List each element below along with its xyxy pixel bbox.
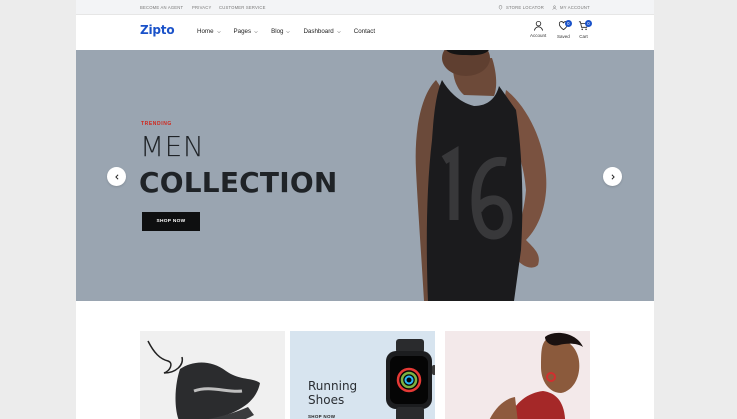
nav-dashboard[interactable]: Dashboard: [303, 28, 341, 35]
privacy-link[interactable]: PRIVACY: [192, 5, 211, 10]
store-locator-label: STORE LOCATOR: [506, 5, 544, 10]
saved-count-badge: 0: [564, 20, 572, 27]
main-header: Zipto Home Pages Blog Dashboard Contact: [76, 15, 654, 50]
chevron-down-icon: [254, 30, 258, 33]
nav-pages[interactable]: Pages: [234, 28, 259, 35]
become-agent-link[interactable]: BECOME AN AGENT: [140, 5, 183, 10]
page: BECOME AN AGENT PRIVACY CUSTOMER SERVICE…: [76, 0, 654, 419]
shop-now-button[interactable]: SHOP NOW: [142, 212, 200, 231]
hero-eyebrow: TRENDING: [141, 121, 172, 127]
main-nav: Home Pages Blog Dashboard Contact: [197, 28, 388, 35]
running-shoes-card[interactable]: Running Shoes SHOP NOW: [290, 331, 435, 419]
saved-icon-wrap: 0: [558, 20, 572, 34]
chevron-down-icon: [337, 30, 341, 33]
user-icon: [533, 20, 543, 31]
chevron-left-icon: [114, 173, 118, 180]
site-logo[interactable]: Zipto: [140, 23, 175, 37]
my-account-label: MY ACCOUNT: [560, 5, 590, 10]
account-label: Account: [530, 33, 547, 38]
nav-pages-label: Pages: [233, 28, 252, 35]
cart-label: Cart: [579, 34, 588, 39]
hero-banner: TRENDING MEN COLLECTION SHOP NOW: [76, 50, 654, 301]
my-account-link[interactable]: MY ACCOUNT: [552, 5, 590, 10]
running-shoes-title-line2: Shoes: [308, 393, 345, 407]
saved-button[interactable]: 0 Saved: [557, 20, 572, 39]
running-shoes-title-line1: Running: [308, 379, 358, 393]
nav-dashboard-label: Dashboard: [303, 28, 334, 35]
nav-contact[interactable]: Contact: [354, 28, 375, 35]
nav-blog[interactable]: Blog: [271, 28, 291, 35]
woman-image: [489, 332, 583, 419]
account-button[interactable]: Account: [530, 20, 546, 38]
smartwatch-image: [386, 339, 435, 419]
slider-prev-button[interactable]: [107, 167, 126, 186]
nav-blog-label: Blog: [271, 28, 284, 35]
running-shoes-shop-link[interactable]: SHOP NOW: [308, 414, 335, 419]
sneaker-image: [147, 340, 260, 419]
woman-card[interactable]: [445, 331, 590, 419]
saved-label: Saved: [557, 34, 570, 39]
store-locator-link[interactable]: STORE LOCATOR: [498, 5, 544, 10]
location-pin-icon: [498, 5, 503, 10]
nav-home-label: Home: [197, 28, 214, 35]
sneaker-card[interactable]: [140, 331, 285, 419]
hero-model-image: [415, 50, 547, 301]
chevron-down-icon: [216, 30, 221, 33]
nav-contact-label: Contact: [353, 28, 376, 35]
nav-home[interactable]: Home: [197, 28, 221, 35]
cart-icon-wrap: 0: [578, 20, 592, 34]
chevron-right-icon: [611, 173, 615, 180]
cart-count-badge: 0: [585, 20, 592, 27]
hero-title-bold: COLLECTION: [139, 166, 338, 199]
chevron-down-icon: [286, 30, 291, 33]
top-utility-bar: BECOME AN AGENT PRIVACY CUSTOMER SERVICE…: [76, 0, 654, 15]
slider-next-button[interactable]: [603, 167, 622, 186]
cart-button[interactable]: 0 Cart: [578, 20, 592, 39]
user-icon: [552, 5, 557, 10]
hero-title-light: MEN: [140, 130, 205, 163]
customer-service-link[interactable]: CUSTOMER SERVICE: [219, 5, 266, 10]
